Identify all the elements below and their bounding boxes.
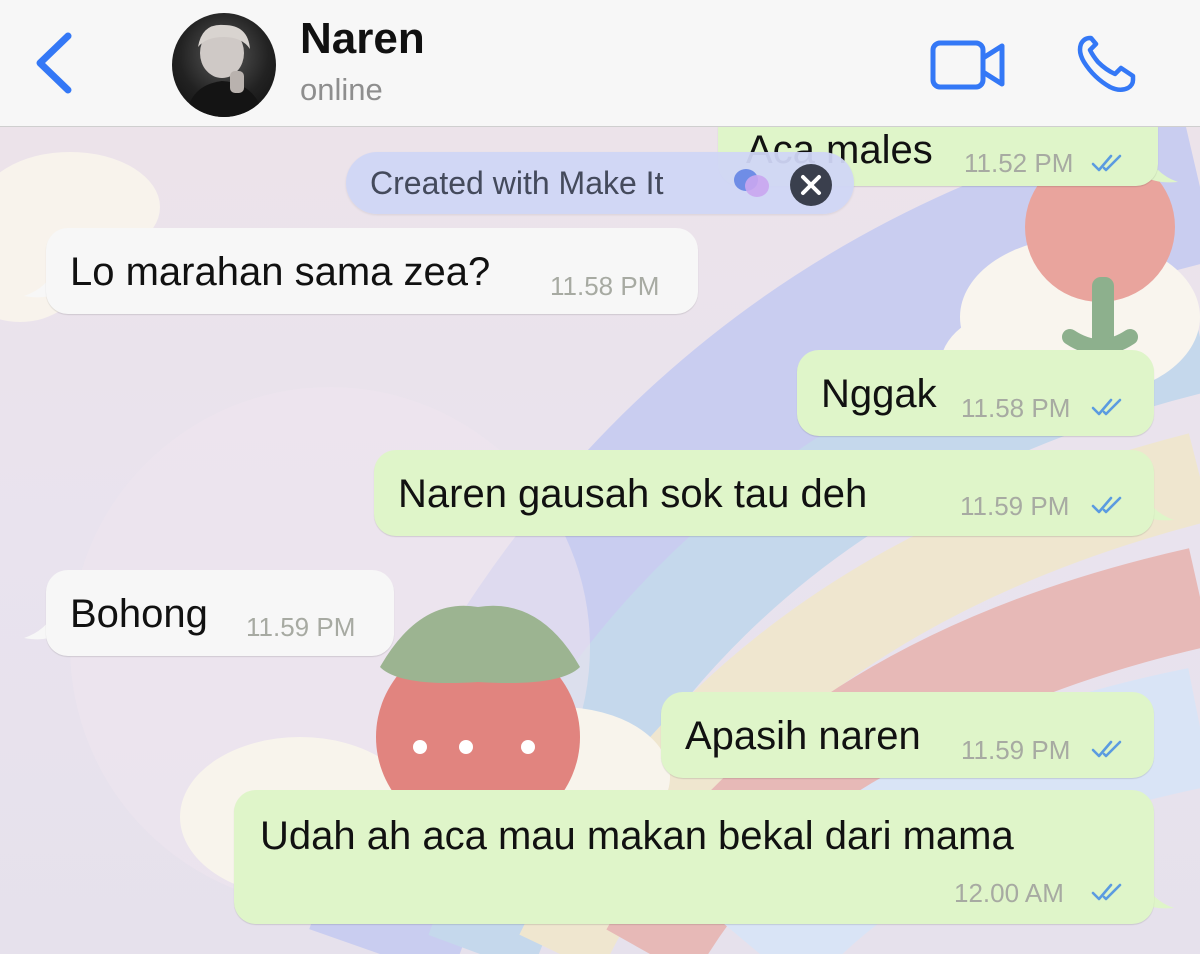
- message-time: 11.58 PM: [961, 393, 1071, 423]
- message-text: Udah ah aca mau makan bekal dari mama: [260, 814, 1014, 858]
- message-time: 11.59 PM: [246, 612, 356, 642]
- phone-icon: [1077, 35, 1136, 92]
- message-time: 11.58 PM: [550, 271, 660, 301]
- chat-bubbles-logo-icon: [734, 169, 769, 197]
- message-text: Apasih naren: [685, 714, 921, 758]
- watermark-close-button[interactable]: [790, 164, 832, 206]
- voice-call-button[interactable]: [1076, 34, 1140, 94]
- double-check-icon: [1091, 496, 1122, 514]
- message-time: 11.59 PM: [960, 491, 1070, 521]
- message-bubble-outgoing[interactable]: Udah ah aca mau makan bekal dari mama 12…: [234, 790, 1154, 924]
- message-bubble-outgoing[interactable]: Apasih naren 11.59 PM: [661, 692, 1154, 778]
- double-check-icon: [1091, 883, 1122, 901]
- video-call-button[interactable]: [928, 38, 1008, 92]
- avatar-photo: [186, 24, 264, 117]
- message-text: Naren gausah sok tau deh: [398, 472, 868, 516]
- contact-name[interactable]: Naren: [300, 14, 425, 64]
- chevron-left-icon: [36, 32, 72, 94]
- message-time: 12.00 AM: [954, 878, 1064, 908]
- message-text: Bohong: [70, 592, 208, 636]
- watermark-text: Created with Make It: [370, 165, 664, 201]
- message-bubble-incoming[interactable]: Bohong 11.59 PM: [46, 570, 394, 656]
- message-text: Lo marahan sama zea?: [70, 250, 491, 294]
- contact-status: online: [300, 72, 383, 107]
- message-bubble-incoming[interactable]: Lo marahan sama zea? 11.58 PM: [46, 228, 698, 314]
- make-it-watermark: Created with Make It: [346, 152, 854, 214]
- message-bubble-outgoing[interactable]: Naren gausah sok tau deh 11.59 PM: [374, 450, 1154, 536]
- double-check-icon: [1091, 398, 1122, 416]
- double-check-icon: [1091, 154, 1122, 172]
- video-camera-icon: [930, 40, 1005, 90]
- back-button[interactable]: [30, 30, 80, 96]
- contact-avatar[interactable]: [172, 13, 276, 117]
- message-time: 11.52 PM: [964, 148, 1074, 178]
- message-time: 11.59 PM: [961, 735, 1071, 765]
- double-check-icon: [1091, 740, 1122, 758]
- message-bubble-outgoing[interactable]: Nggak 11.58 PM: [797, 350, 1154, 436]
- message-text: Nggak: [821, 372, 937, 416]
- chat-header: Naren online: [0, 0, 1200, 127]
- close-icon: [801, 175, 821, 195]
